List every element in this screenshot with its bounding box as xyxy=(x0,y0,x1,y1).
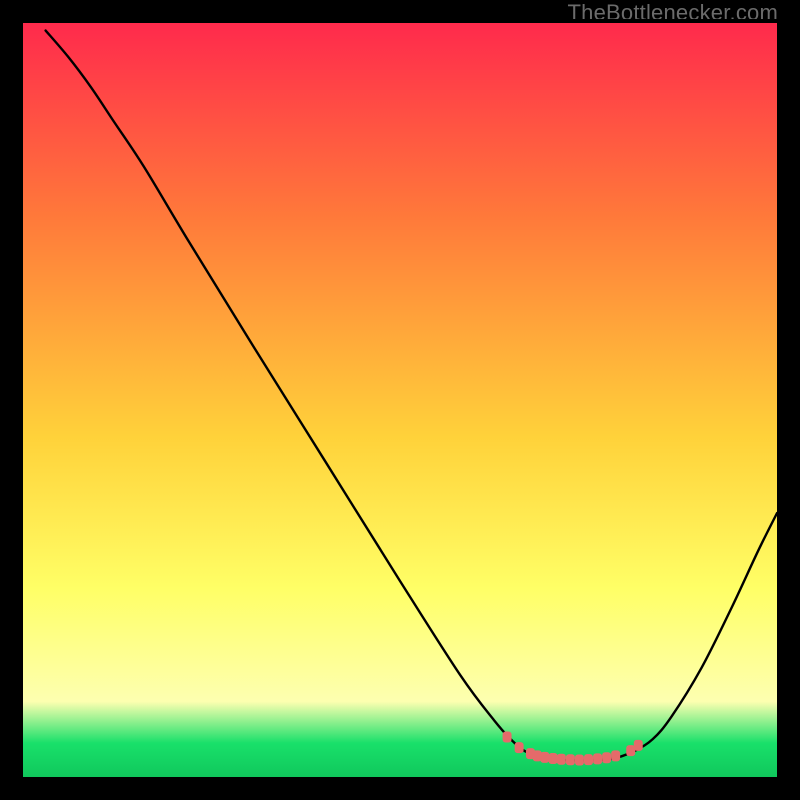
plot-area xyxy=(23,23,777,777)
marker-point xyxy=(593,753,602,764)
chart-svg xyxy=(23,23,777,777)
gradient-background xyxy=(23,23,777,777)
marker-point xyxy=(566,754,575,765)
marker-point xyxy=(503,732,512,743)
marker-point xyxy=(557,754,566,765)
chart-frame xyxy=(19,19,781,781)
marker-point xyxy=(515,742,524,753)
marker-point xyxy=(611,750,620,761)
marker-point xyxy=(575,755,584,766)
marker-point xyxy=(549,753,558,764)
marker-point xyxy=(602,752,611,763)
marker-point xyxy=(540,752,549,763)
marker-point xyxy=(634,740,643,751)
marker-point xyxy=(584,754,593,765)
